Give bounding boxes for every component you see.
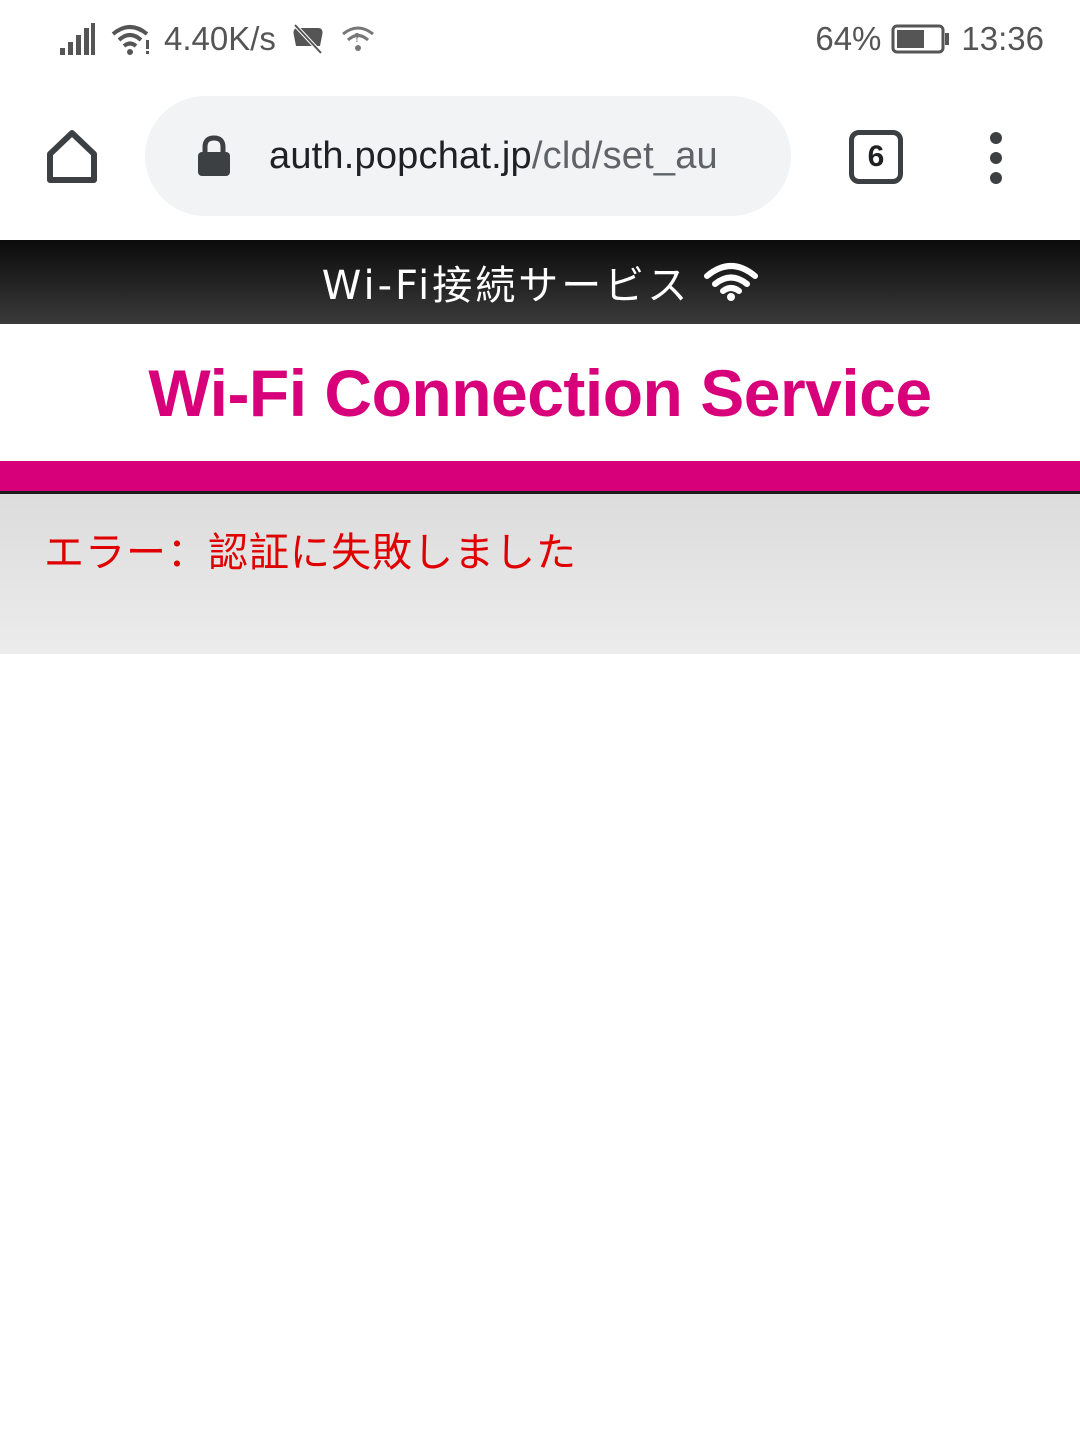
svg-text:?: ? bbox=[354, 31, 360, 45]
brand-title: Wi-Fi Connection Service bbox=[148, 356, 932, 430]
error-panel: エラー：認証に失敗しました bbox=[0, 494, 1080, 654]
phone-screen: 4.40K/s ? 64% 13:36 auth.popchat.jp/cld/… bbox=[0, 0, 1080, 1440]
url-host: auth.popchat.jp bbox=[269, 134, 532, 177]
url-bar[interactable]: auth.popchat.jp/cld/set_au bbox=[145, 96, 791, 216]
tab-count: 6 bbox=[867, 140, 885, 173]
lock-icon bbox=[197, 135, 231, 177]
status-right: 64% 13:36 bbox=[805, 0, 1044, 78]
mute-icon bbox=[290, 22, 326, 56]
status-left: 4.40K/s ? bbox=[58, 0, 390, 78]
network-speed: 4.40K/s bbox=[164, 20, 276, 57]
url-path: /cld/set_au bbox=[531, 134, 718, 177]
browser-toolbar: auth.popchat.jp/cld/set_au 6 bbox=[0, 78, 1080, 240]
signal-icon bbox=[58, 22, 96, 56]
home-icon bbox=[47, 130, 97, 183]
battery-icon bbox=[891, 24, 951, 54]
home-button[interactable] bbox=[38, 122, 106, 190]
wifi-hotspot-icon: ? bbox=[340, 22, 376, 56]
service-header: Wi-Fi接続サービス bbox=[0, 240, 1080, 324]
tabs-button[interactable]: 6 bbox=[849, 130, 903, 184]
error-message: エラー：認証に失敗しました bbox=[44, 530, 577, 576]
brand-area: Wi-Fi Connection Service bbox=[0, 324, 1080, 462]
service-header-title: Wi-Fi接続サービス bbox=[321, 263, 691, 309]
wifi-logo-icon bbox=[704, 262, 759, 302]
more-vert-icon bbox=[990, 132, 1002, 184]
brand-stripe bbox=[0, 461, 1080, 491]
url-text: auth.popchat.jp/cld/set_au bbox=[269, 135, 718, 178]
battery-percent: 64% bbox=[815, 20, 882, 57]
status-bar: 4.40K/s ? 64% 13:36 bbox=[0, 0, 1080, 78]
wifi-icon bbox=[110, 22, 150, 56]
status-time: 13:36 bbox=[961, 20, 1044, 57]
more-vert-button[interactable] bbox=[972, 124, 1020, 192]
